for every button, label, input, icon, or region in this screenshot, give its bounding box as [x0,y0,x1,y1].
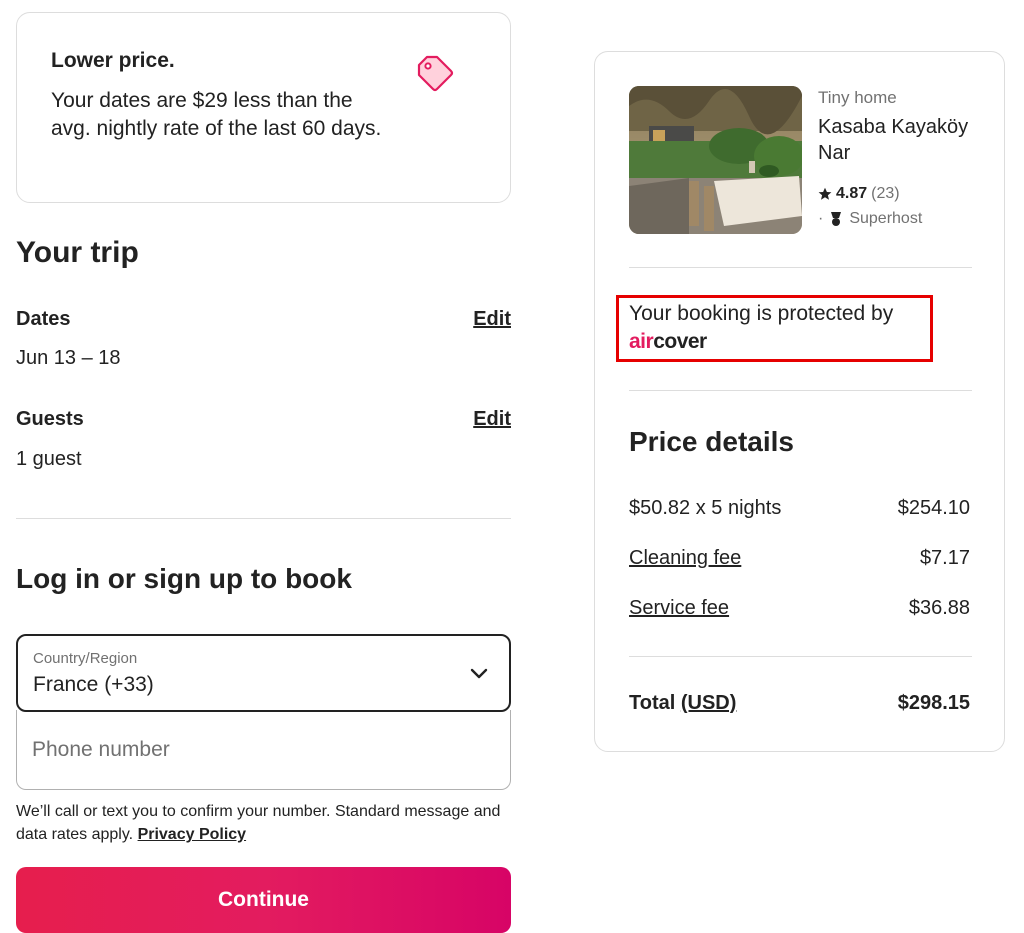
listing-rating: 4.87 (23) [818,185,900,203]
country-region-value: France (+33) [33,673,154,696]
listing-name: Kasaba Kayaköy Nar [818,116,969,164]
protection-text: Your booking is protected by [629,302,894,325]
aircover-logo[interactable]: aircover [629,330,707,354]
section-divider [16,518,511,519]
privacy-policy-link[interactable]: Privacy Policy [138,826,247,843]
service-fee-amount: $36.88 [908,597,970,619]
star-icon [818,187,832,200]
login-heading: Log in or sign up to book [16,563,352,594]
aircover-logo-air: air [629,330,654,353]
lower-price-message: Your dates are $29 less than the avg. ni… [51,89,382,140]
your-trip-heading: Your trip [16,236,139,269]
total-amount: $298.15 [897,692,970,714]
edit-guests-link[interactable]: Edit [473,408,511,431]
lower-price-title: Lower price. [51,49,175,72]
listing-photo[interactable] [629,86,802,234]
price-details-heading: Price details [629,426,794,457]
continue-button[interactable]: Continue [16,867,511,933]
review-count: (23) [871,185,900,202]
nightly-rate-label: $50.82 x 5 nights [629,497,782,519]
listing-photo-illustration [629,86,802,234]
superhost-label: Superhost [849,210,923,227]
country-region-label: Country/Region [33,650,138,667]
cleaning-fee-amount: $7.17 [919,547,970,569]
card-divider [629,267,972,268]
price-tag-icon [417,55,454,92]
total-label: Total (USD) [629,692,736,715]
host-status: · Superhost [818,210,922,228]
superhost-medal-icon [831,212,842,226]
nightly-rate-amount: $254.10 [897,497,970,519]
total-text: Total [629,692,676,714]
rating-value: 4.87 [836,185,868,202]
country-region-select[interactable]: Country/Region France (+33) [16,634,511,712]
lower-price-card: Lower price. Your dates are $29 less tha… [16,12,511,203]
service-fee-link[interactable]: Service fee [629,597,729,620]
aircover-logo-cover: cover [653,330,707,353]
dates-label: Dates [16,308,71,330]
guests-value: 1 guest [16,448,82,470]
cleaning-fee-link[interactable]: Cleaning fee [629,547,741,570]
separator-dot: · [818,210,824,227]
listing-type: Tiny home [818,88,897,107]
card-divider [629,390,972,391]
card-divider [629,656,972,657]
edit-dates-link[interactable]: Edit [473,308,511,331]
guests-label: Guests [16,408,84,430]
phone-number-field[interactable] [16,710,511,790]
dates-value: Jun 13 – 18 [16,347,121,369]
disclaimer-text: We’ll call or text you to confirm your n… [16,803,501,843]
phone-disclaimer: We’ll call or text you to confirm your n… [16,800,511,846]
currency-link[interactable]: (USD) [681,692,737,714]
phone-number-input[interactable] [32,734,492,766]
chevron-down-icon [470,668,488,679]
booking-summary-card: Tiny home Kasaba Kayaköy Nar 4.87 (23) ·… [594,51,1005,752]
